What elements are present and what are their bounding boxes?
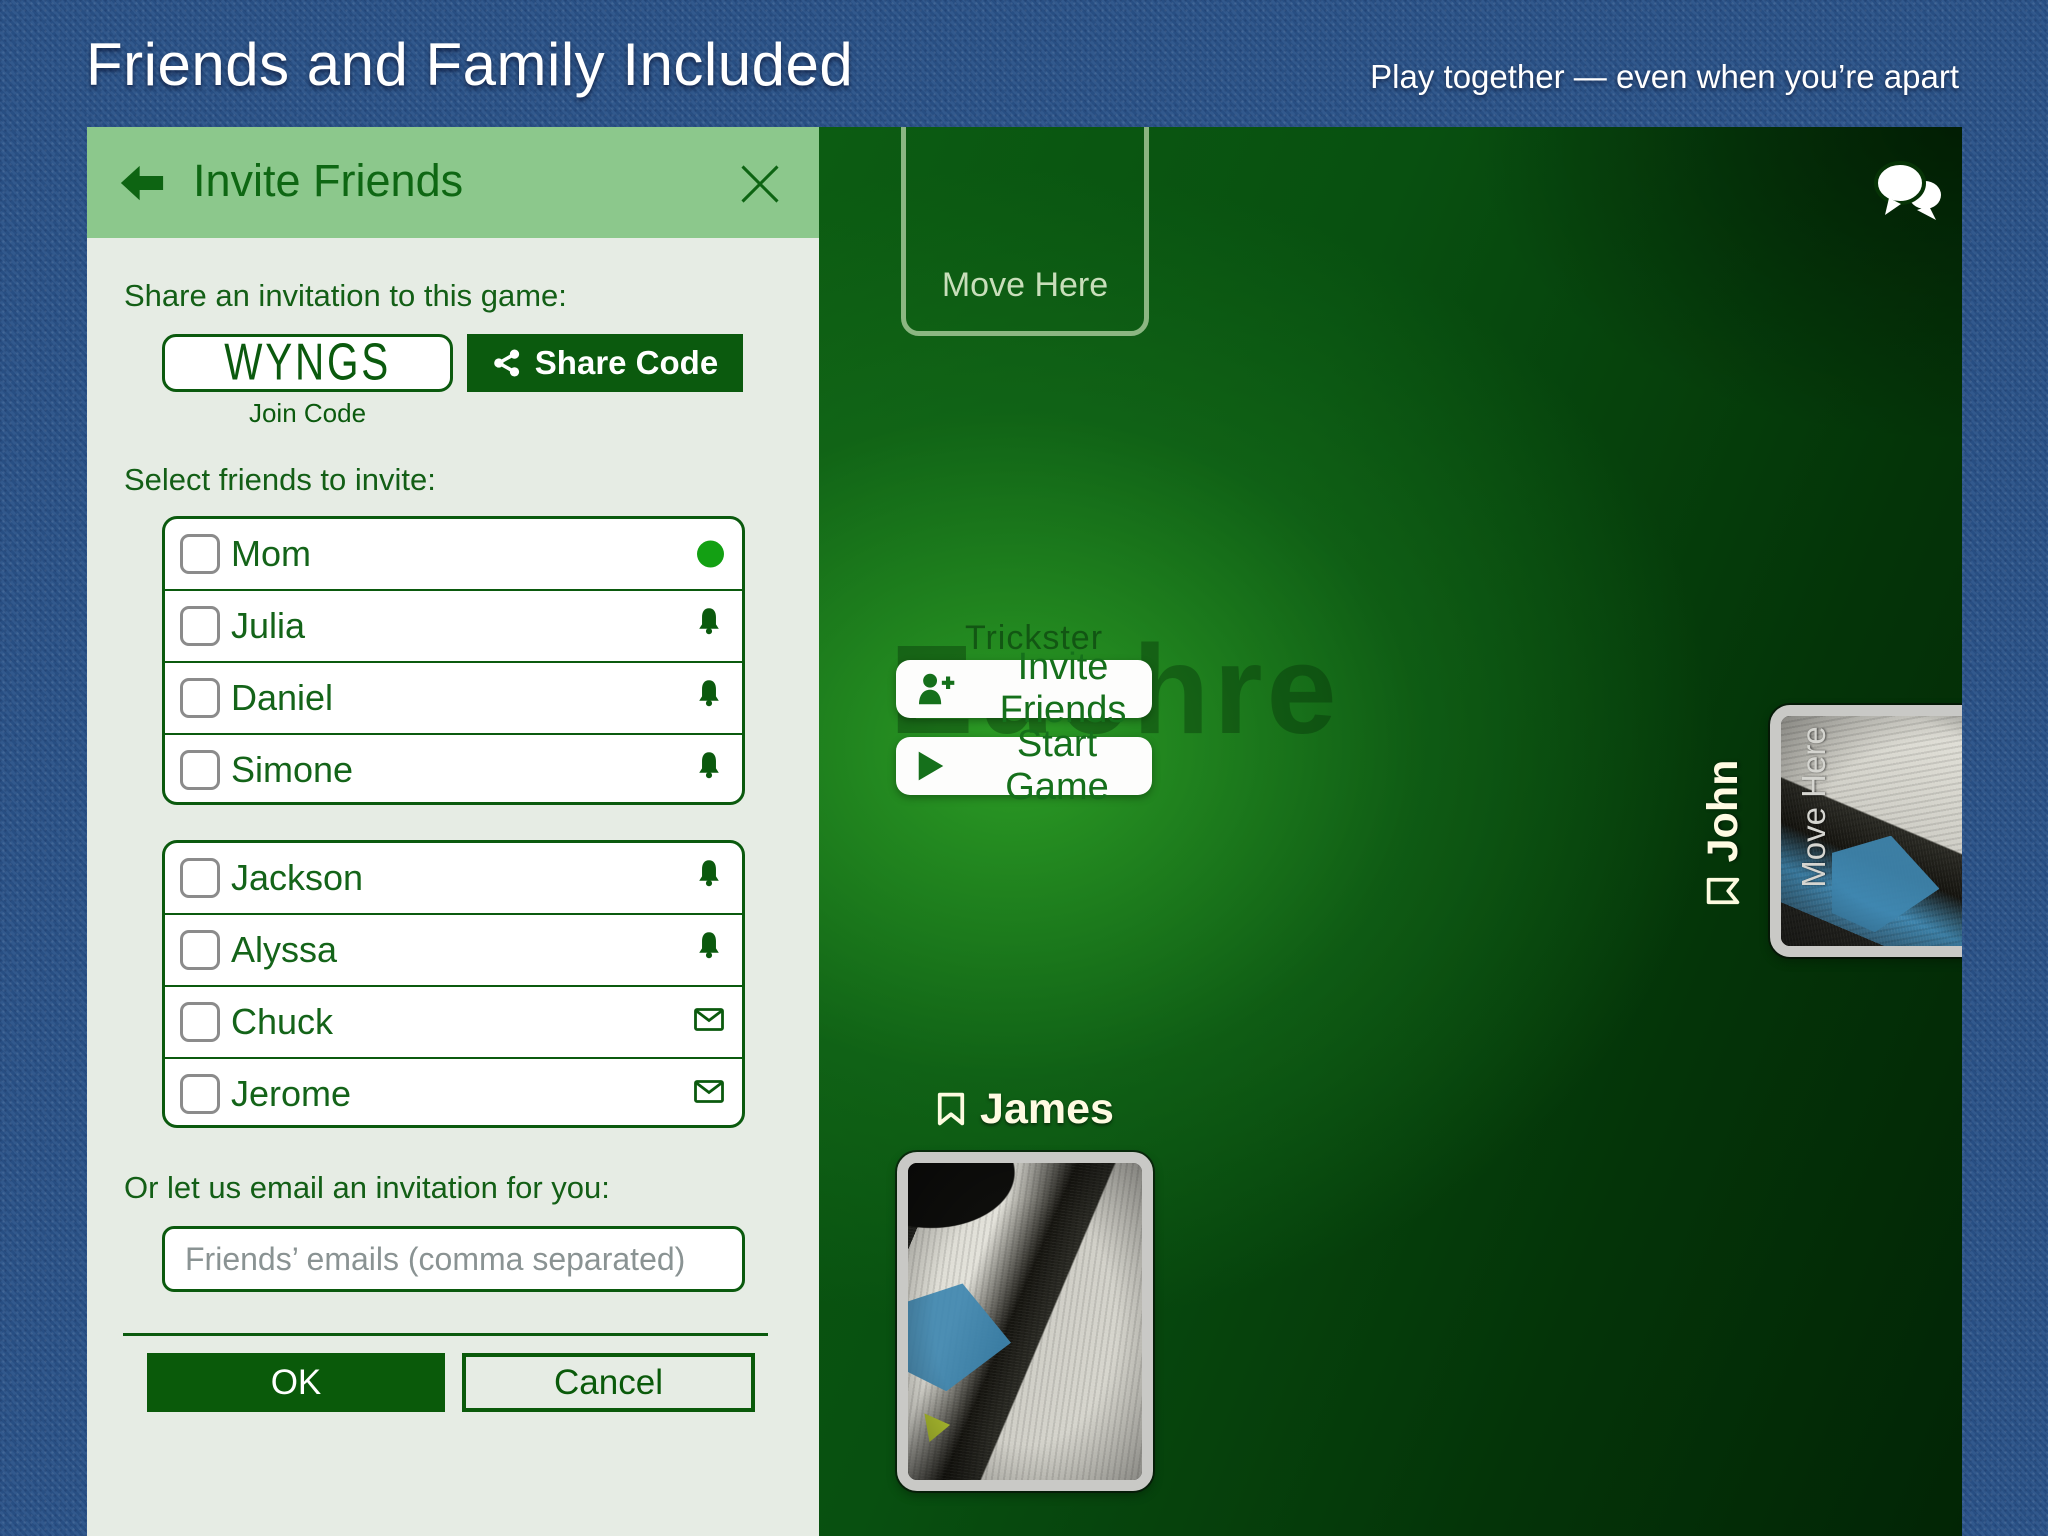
share-code-label: Share Code xyxy=(535,344,718,382)
bell-icon xyxy=(694,751,724,789)
panel-header: Invite Friends xyxy=(87,127,819,238)
friend-row[interactable]: Alyssa xyxy=(165,913,742,985)
friend-name: Alyssa xyxy=(231,929,337,971)
close-icon xyxy=(739,192,781,209)
chat-button[interactable] xyxy=(1873,160,1951,226)
panel-title: Invite Friends xyxy=(193,155,463,207)
close-button[interactable] xyxy=(739,163,781,205)
invite-friends-button[interactable]: Invite Friends xyxy=(896,660,1152,718)
move-here-label: Move Here xyxy=(942,266,1108,305)
player-name: James xyxy=(980,1085,1114,1134)
friend-name: Jerome xyxy=(231,1073,351,1115)
join-code-value: WYNGS xyxy=(224,334,391,393)
card-back-james xyxy=(897,1152,1153,1491)
bookmark-icon xyxy=(1705,876,1741,906)
share-code-button[interactable]: Share Code xyxy=(467,334,743,392)
cancel-button[interactable]: Cancel xyxy=(462,1353,755,1412)
friend-checkbox[interactable] xyxy=(180,678,220,718)
friend-name: Chuck xyxy=(231,1001,333,1043)
bell-icon xyxy=(694,679,724,717)
move-here-slot-top[interactable]: Move Here xyxy=(901,127,1149,336)
player-label-james: James xyxy=(897,1083,1153,1135)
envelope-icon xyxy=(694,1008,724,1037)
play-icon xyxy=(916,749,946,783)
friend-row[interactable]: Jackson xyxy=(165,843,742,913)
friend-row[interactable]: Simone xyxy=(165,733,742,805)
friend-checkbox[interactable] xyxy=(180,858,220,898)
invite-friends-panel: Invite Friends Share an invitation to th… xyxy=(87,127,819,1536)
friend-name: Mom xyxy=(231,533,311,575)
friend-name: Jackson xyxy=(231,857,363,899)
invite-friends-label: Invite Friends xyxy=(974,646,1152,732)
friend-name: Simone xyxy=(231,749,353,791)
join-code-box: WYNGS xyxy=(162,334,453,392)
page-title: Friends and Family Included xyxy=(86,30,853,99)
friend-row[interactable]: Chuck xyxy=(165,985,742,1057)
move-here-label: Move Here xyxy=(1795,717,1839,897)
friend-checkbox[interactable] xyxy=(180,534,220,574)
friend-group-1: Mom Julia Daniel Simone xyxy=(162,516,745,805)
friend-row[interactable]: Mom xyxy=(165,519,742,589)
friend-name: Daniel xyxy=(231,677,333,719)
start-game-label: Start Game xyxy=(962,723,1152,809)
chat-bubbles-icon xyxy=(1873,213,1951,230)
friend-group-2: Jackson Alyssa Chuck Jerome xyxy=(162,840,745,1128)
friend-checkbox[interactable] xyxy=(180,606,220,646)
friend-row[interactable]: Julia xyxy=(165,589,742,661)
back-arrow-icon xyxy=(117,195,167,212)
friend-checkbox[interactable] xyxy=(180,930,220,970)
friend-row[interactable]: Daniel xyxy=(165,661,742,733)
ok-button[interactable]: OK xyxy=(147,1353,445,1412)
select-friends-label: Select friends to invite: xyxy=(124,462,436,498)
email-section-label: Or let us email an invitation for you: xyxy=(124,1170,610,1206)
back-button[interactable] xyxy=(117,158,167,208)
bell-icon xyxy=(694,859,724,897)
player-name: John xyxy=(1699,760,1748,863)
game-table: Trickster Euchre Move Here Invite Friend… xyxy=(819,127,1962,1536)
share-icon xyxy=(492,348,522,378)
add-person-icon xyxy=(916,671,958,707)
bell-icon xyxy=(694,931,724,969)
join-code-caption: Join Code xyxy=(162,398,453,429)
page-tagline: Play together — even when you’re apart xyxy=(1370,58,1959,96)
share-section-label: Share an invitation to this game: xyxy=(124,278,567,314)
friend-checkbox[interactable] xyxy=(180,1002,220,1042)
bell-icon xyxy=(694,607,724,645)
bookmark-icon xyxy=(936,1091,966,1127)
envelope-icon xyxy=(694,1080,724,1109)
friend-checkbox[interactable] xyxy=(180,1074,220,1114)
start-game-button[interactable]: Start Game xyxy=(896,737,1152,795)
card-vignette xyxy=(908,1163,1142,1480)
friend-row[interactable]: Jerome xyxy=(165,1057,742,1128)
panel-divider xyxy=(123,1333,768,1336)
friend-emails-input[interactable] xyxy=(162,1226,745,1292)
friend-name: Julia xyxy=(231,605,305,647)
friend-checkbox[interactable] xyxy=(180,750,220,790)
online-status-icon xyxy=(697,541,724,568)
